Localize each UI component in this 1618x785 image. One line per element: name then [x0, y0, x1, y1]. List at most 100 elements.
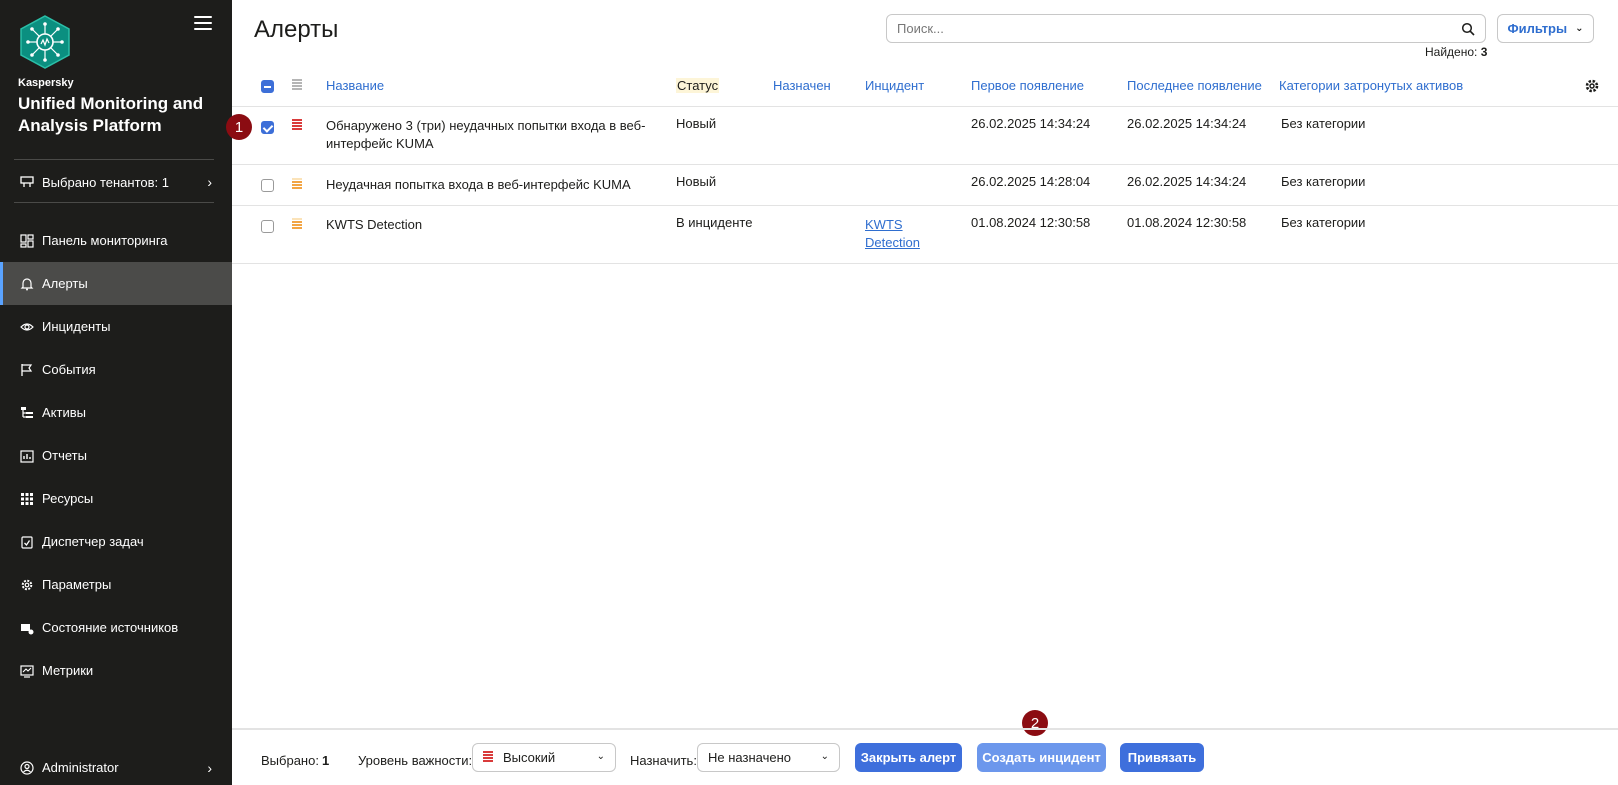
severity-column-icon[interactable] [292, 79, 302, 92]
sidebar-item-label: Алерты [42, 276, 88, 291]
assign-select-value: Не назначено [708, 750, 791, 765]
bell-icon [20, 277, 34, 291]
found-count: Найдено: 3 [1425, 45, 1487, 59]
row-checkbox[interactable] [261, 220, 274, 233]
dashboard-icon [20, 233, 34, 248]
severity-label: Уровень важности: [358, 753, 473, 768]
select-all-checkbox[interactable] [261, 80, 274, 93]
sidebar-divider [14, 159, 214, 160]
alert-first-seen: 26.02.2025 14:28:04 [971, 174, 1091, 189]
search-box[interactable] [886, 14, 1486, 43]
source-icon [20, 621, 34, 635]
found-value: 3 [1480, 45, 1488, 59]
chevron-down-icon: ⌄ [1575, 23, 1584, 34]
grid-icon [20, 492, 34, 506]
sidebar-item-label: Параметры [42, 577, 112, 592]
sidebar: Kaspersky Unified Monitoring and Analysi… [0, 0, 232, 785]
chevron-right-icon: › [207, 760, 212, 776]
incident-link[interactable]: KWTS Detection [865, 216, 935, 252]
table-row[interactable]: Неудачная попытка входа в веб-интерфейс … [232, 165, 1618, 206]
close-alert-button[interactable]: Закрыть алерт [855, 743, 962, 772]
main-content: Алерты Фильтры ⌄ Найдено: 3 Название Ста… [226, 0, 1618, 785]
report-icon [20, 449, 34, 463]
alert-last-seen: 26.02.2025 14:34:24 [1127, 174, 1247, 189]
alert-first-seen: 26.02.2025 14:34:24 [971, 116, 1091, 131]
alert-last-seen: 26.02.2025 14:34:24 [1127, 116, 1247, 131]
sidebar-item-source-status[interactable]: Состояние источников [0, 606, 232, 649]
alert-categories: Без категории [1281, 116, 1366, 131]
create-incident-button[interactable]: Создать инцидент [977, 743, 1106, 772]
table-row[interactable]: KWTS Detection В инциденте KWTS Detectio… [232, 206, 1618, 264]
column-last-seen[interactable]: Последнее появление [1127, 78, 1262, 93]
alert-first-seen: 01.08.2024 12:30:58 [971, 215, 1091, 230]
table-header: Название Статус Назначен Инцидент Первое… [232, 70, 1618, 107]
tenant-selector-label: Выбрано тенантов: 1 [42, 174, 169, 190]
column-status[interactable]: Статус [676, 78, 720, 93]
action-bar: Выбрано: 1 Уровень важности: Высокий ⌄ Н… [232, 728, 1618, 785]
search-input[interactable] [897, 21, 1461, 36]
sidebar-item-label: Инциденты [42, 319, 111, 334]
sidebar-item-label: Панель мониторинга [42, 233, 168, 248]
severity-high-icon [483, 751, 493, 764]
page-title: Алерты [254, 16, 339, 43]
flag-icon [20, 363, 34, 377]
severity-medium-icon [292, 178, 302, 191]
sidebar-item-dashboard[interactable]: Панель мониторинга [0, 219, 232, 262]
alert-status: Новый [676, 116, 717, 131]
sidebar-item-settings[interactable]: Параметры [0, 563, 232, 606]
alert-last-seen: 01.08.2024 12:30:58 [1127, 215, 1247, 230]
sidebar-item-label: События [42, 362, 96, 377]
alert-status: В инциденте [676, 215, 753, 230]
sidebar-item-metrics[interactable]: Метрики [0, 649, 232, 692]
eye-icon [20, 320, 34, 334]
column-incident[interactable]: Инцидент [865, 78, 924, 93]
tenant-selector[interactable]: Выбрано тенантов: 1 › [0, 167, 232, 197]
sidebar-item-label: Метрики [42, 663, 94, 678]
user-menu[interactable]: Administrator › [0, 750, 232, 785]
metrics-icon [20, 664, 34, 678]
sidebar-item-label: Состояние источников [42, 620, 179, 635]
chevron-down-icon: ⌄ [820, 751, 829, 762]
sidebar-divider [14, 202, 214, 203]
step-marker-1: 1 [226, 114, 252, 140]
row-checkbox[interactable] [261, 179, 274, 192]
hierarchy-icon [20, 406, 34, 420]
sidebar-item-incidents[interactable]: Инциденты [0, 305, 232, 348]
sidebar-item-resources[interactable]: Ресурсы [0, 477, 232, 520]
severity-select[interactable]: Высокий ⌄ [472, 743, 616, 772]
sidebar-item-alerts[interactable]: Алерты [0, 262, 232, 305]
alert-status: Новый [676, 174, 717, 189]
gear-icon [20, 578, 34, 592]
search-icon[interactable] [1461, 22, 1475, 36]
alert-name[interactable]: KWTS Detection [326, 216, 656, 234]
sidebar-item-label: Ресурсы [42, 491, 94, 506]
column-assigned[interactable]: Назначен [773, 78, 831, 93]
kuma-logo-icon [20, 15, 70, 69]
assign-label: Назначить: [630, 753, 697, 768]
found-label: Найдено: [1425, 45, 1478, 59]
sidebar-item-reports[interactable]: Отчеты [0, 434, 232, 477]
sidebar-item-events[interactable]: События [0, 348, 232, 391]
column-first-seen[interactable]: Первое появление [971, 78, 1084, 93]
severity-select-value: Высокий [503, 750, 556, 765]
table-row[interactable]: Обнаружено 3 (три) неудачных попытки вхо… [232, 107, 1618, 165]
menu-toggle-icon[interactable] [194, 16, 212, 30]
row-checkbox[interactable] [261, 121, 274, 134]
sidebar-nav: Панель мониторинга Алерты Инциденты Собы… [0, 219, 232, 692]
column-categories[interactable]: Категории затронутых активов [1279, 78, 1463, 93]
alert-name[interactable]: Неудачная попытка входа в веб-интерфейс … [326, 176, 656, 194]
filters-button[interactable]: Фильтры ⌄ [1497, 14, 1594, 43]
alert-categories: Без категории [1281, 174, 1366, 189]
brand-product-name: Unified Monitoring and Analysis Platform [18, 94, 204, 135]
column-name[interactable]: Название [326, 78, 384, 93]
user-icon [20, 760, 34, 775]
assign-select[interactable]: Не назначено ⌄ [697, 743, 840, 772]
sidebar-item-assets[interactable]: Активы [0, 391, 232, 434]
selected-count: 1 [322, 753, 330, 768]
tenant-icon [20, 175, 34, 189]
link-button[interactable]: Привязать [1120, 743, 1204, 772]
chevron-right-icon: › [207, 174, 212, 190]
sidebar-item-task-manager[interactable]: Диспетчер задач [0, 520, 232, 563]
alert-name[interactable]: Обнаружено 3 (три) неудачных попытки вхо… [326, 117, 656, 153]
gear-icon[interactable] [1584, 78, 1600, 94]
